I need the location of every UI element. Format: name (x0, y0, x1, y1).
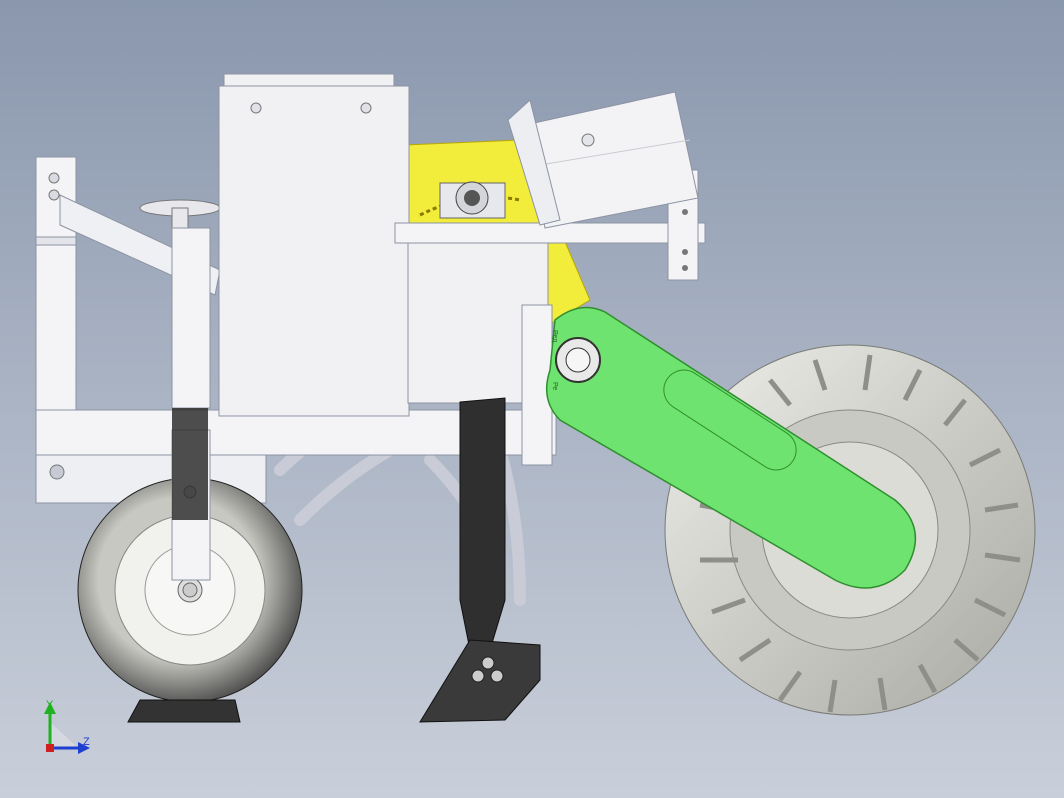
bearing-housing[interactable] (439, 181, 506, 219)
arm-label-1: Ред (551, 330, 558, 342)
y-axis-label: Y (46, 699, 54, 711)
z-axis-label: Z (83, 736, 90, 748)
seed-hopper[interactable] (218, 73, 410, 417)
cad-viewport[interactable]: Ред Ре Y Z (0, 0, 1064, 798)
arm-label-2: Ре (551, 382, 558, 390)
coordinate-triad: Y Z (44, 699, 90, 754)
x-axis-dot (46, 744, 54, 752)
planter-model[interactable]: Ред Ре Y Z (0, 0, 1064, 798)
